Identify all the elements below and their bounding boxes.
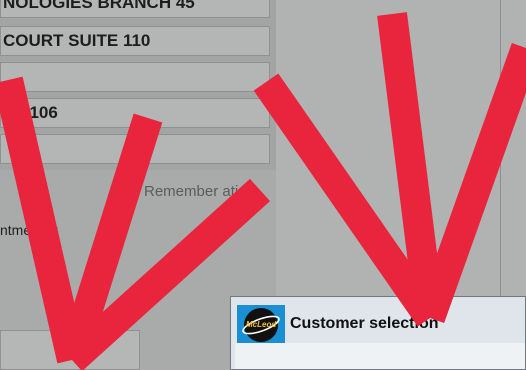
annotation-stroke-1 bbox=[0, 76, 87, 364]
annotation-stroke-6 bbox=[415, 42, 526, 324]
annotation-overlay bbox=[0, 12, 526, 370]
